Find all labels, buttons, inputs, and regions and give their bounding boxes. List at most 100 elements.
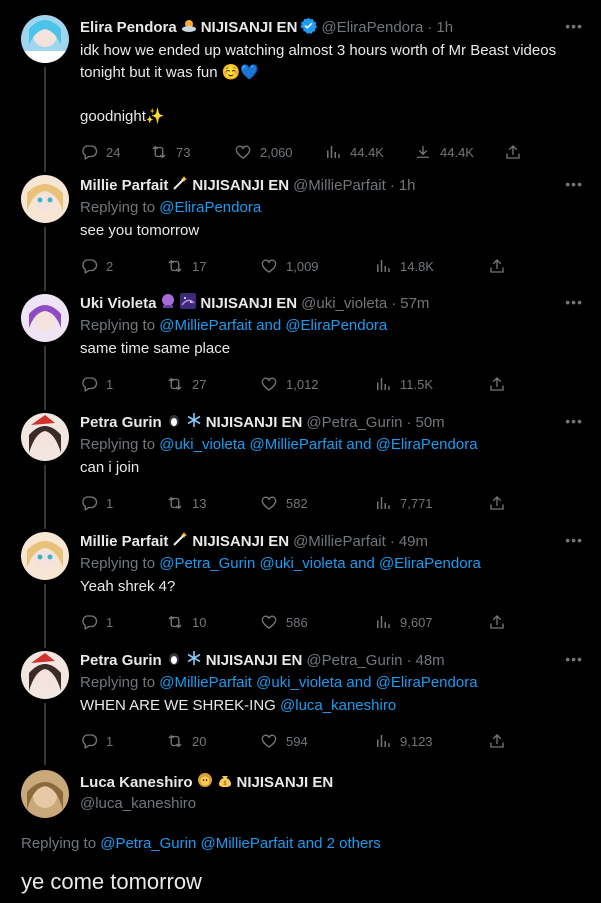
like-count: 594: [286, 733, 308, 749]
like-button[interactable]: 586: [260, 613, 374, 631]
handle[interactable]: @MillieParfait: [293, 176, 386, 196]
reply-button[interactable]: 1: [80, 375, 166, 393]
views-button[interactable]: 9,607: [374, 613, 488, 631]
mention-link[interactable]: @Petra_Gurin @MillieParfait and 2 others: [100, 835, 381, 852]
more-icon[interactable]: •••: [565, 413, 583, 429]
views-button[interactable]: 44.4K: [324, 143, 414, 161]
views-count: 44.4K: [350, 144, 384, 160]
views-icon: [377, 735, 390, 747]
display-name[interactable]: Elira Pendora: [80, 18, 177, 38]
timestamp[interactable]: 1h: [436, 18, 453, 38]
separator: ·: [389, 533, 395, 550]
avatar[interactable]: [21, 770, 69, 818]
replying-to: Replying to @Petra_Gurin @uki_violeta an…: [80, 555, 481, 572]
org-label: NIJISANJI EN: [205, 652, 303, 669]
timestamp[interactable]: 50m: [416, 413, 445, 433]
mention-link[interactable]: @Petra_Gurin @uki_violeta and @EliraPend…: [159, 555, 481, 572]
more-icon[interactable]: •••: [565, 294, 583, 310]
share-button[interactable]: [488, 494, 506, 512]
more-icon[interactable]: •••: [565, 18, 583, 34]
retweet-icon: [168, 615, 182, 629]
action-bar: 1 10 586 9,607: [80, 612, 585, 632]
reply-button[interactable]: 1: [80, 494, 166, 512]
display-name[interactable]: Millie Parfait: [80, 176, 168, 196]
views-button[interactable]: 7,771: [374, 494, 488, 512]
reply-icon: [82, 734, 98, 749]
retweet-button[interactable]: 73: [150, 143, 234, 161]
penguin-icon: [166, 412, 182, 434]
like-count: 586: [286, 614, 308, 630]
display-name[interactable]: Uki Violeta: [80, 294, 156, 314]
download-button[interactable]: 44.4K: [414, 143, 504, 161]
handle[interactable]: @Petra_Gurin: [306, 651, 402, 671]
tweet[interactable]: Elira Pendora NIJISANJI EN @EliraPendora…: [0, 17, 601, 162]
mention-link[interactable]: @uki_violeta @MillieParfait and @EliraPe…: [159, 436, 477, 453]
timestamp[interactable]: 49m: [399, 532, 428, 552]
tweet[interactable]: Uki Violeta NIJISANJI EN @uki_violeta · …: [0, 293, 601, 394]
retweet-button[interactable]: 20: [166, 732, 260, 750]
org-label: NIJISANJI EN: [200, 19, 298, 36]
handle[interactable]: @MillieParfait: [293, 532, 386, 552]
views-button[interactable]: 11.5K: [374, 375, 488, 393]
tweet[interactable]: Millie Parfait NIJISANJI EN @MillieParfa…: [0, 176, 601, 276]
like-button[interactable]: 594: [260, 732, 374, 750]
tweet[interactable]: Petra Gurin NIJISANJI EN @Petra_Gurin · …: [0, 413, 601, 513]
crystal-ball-icon: [160, 293, 176, 315]
share-button[interactable]: [488, 375, 506, 393]
replying-to: Replying to @MillieParfait and @EliraPen…: [80, 317, 388, 334]
display-name[interactable]: Luca Kaneshiro: [80, 773, 193, 793]
retweet-count: 20: [192, 733, 207, 749]
reply-count: 1: [106, 733, 114, 749]
reply-count: 24: [106, 144, 121, 160]
mention-link[interactable]: @MillieParfait and @EliraPendora: [159, 317, 387, 334]
mention-link[interactable]: @luca_kaneshiro: [280, 697, 396, 714]
more-icon[interactable]: •••: [565, 651, 583, 667]
mention-link[interactable]: @EliraPendora: [159, 199, 261, 216]
handle[interactable]: @uki_violeta: [301, 294, 387, 314]
share-button[interactable]: [488, 613, 506, 631]
snowflake-icon: [186, 412, 202, 434]
reply-button[interactable]: 24: [80, 143, 136, 161]
share-icon: [490, 615, 504, 629]
retweet-button[interactable]: 13: [166, 494, 260, 512]
separator: ·: [406, 414, 412, 431]
views-icon: [377, 378, 390, 390]
reply-button[interactable]: 2: [80, 257, 166, 275]
reply-icon: [82, 145, 98, 160]
like-button[interactable]: 1,012: [260, 375, 374, 393]
timestamp[interactable]: 57m: [400, 294, 429, 314]
tweet[interactable]: Millie Parfait NIJISANJI EN @MillieParfa…: [0, 532, 601, 632]
display-name[interactable]: Millie Parfait: [80, 532, 168, 552]
like-button[interactable]: 582: [260, 494, 374, 512]
handle[interactable]: @EliraPendora: [321, 18, 423, 38]
like-button[interactable]: 1,009: [260, 257, 374, 275]
action-bar: 1 20 594 9,123: [80, 731, 585, 751]
retweet-button[interactable]: 10: [166, 613, 260, 631]
timestamp[interactable]: 1h: [399, 176, 416, 196]
timestamp[interactable]: 48m: [416, 651, 445, 671]
retweet-button[interactable]: 27: [166, 375, 260, 393]
handle[interactable]: @Petra_Gurin: [306, 413, 402, 433]
display-name[interactable]: Petra Gurin: [80, 413, 162, 433]
views-button[interactable]: 9,123: [374, 732, 488, 750]
share-icon: [490, 496, 504, 510]
handle[interactable]: @luca_kaneshiro: [80, 795, 196, 812]
share-button[interactable]: [504, 143, 522, 161]
views-button[interactable]: 14.8K: [374, 257, 488, 275]
reply-count: 1: [106, 376, 114, 392]
like-button[interactable]: 2,060: [234, 143, 324, 161]
retweet-button[interactable]: 17: [166, 257, 260, 275]
more-icon[interactable]: •••: [565, 532, 583, 548]
mention-link[interactable]: @MillieParfait @uki_violeta and @EliraPe…: [159, 674, 477, 691]
share-button[interactable]: [488, 732, 506, 750]
reply-button[interactable]: 1: [80, 732, 166, 750]
reply-button[interactable]: 1: [80, 613, 166, 631]
more-icon[interactable]: •••: [565, 176, 583, 192]
like-icon: [235, 145, 251, 159]
share-button[interactable]: [488, 257, 506, 275]
org-label: NIJISANJI EN: [236, 774, 334, 791]
snowflake-icon: [186, 650, 202, 672]
svg-text:$: $: [223, 780, 227, 787]
tweet[interactable]: Petra Gurin NIJISANJI EN @Petra_Gurin · …: [0, 651, 601, 751]
display-name[interactable]: Petra Gurin: [80, 651, 162, 671]
